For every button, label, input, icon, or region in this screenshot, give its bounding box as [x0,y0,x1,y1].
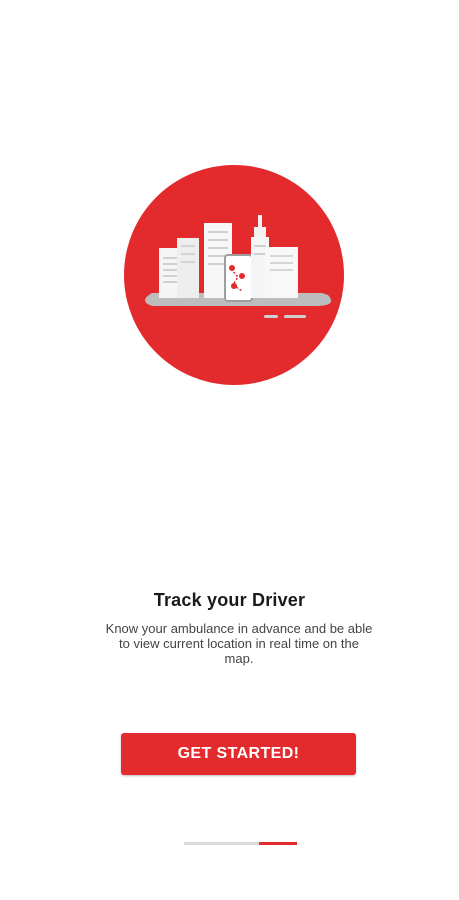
onboarding-description: Know your ambulance in advance and be ab… [105,621,373,666]
get-started-button[interactable]: GET STARTED! [121,733,356,775]
page-indicator [184,842,297,845]
city-illustration-icon [124,165,344,385]
city-tracking-illustration [124,165,344,385]
onboarding-title: Track your Driver [153,590,306,610]
page-indicator-active-segment [259,842,297,845]
